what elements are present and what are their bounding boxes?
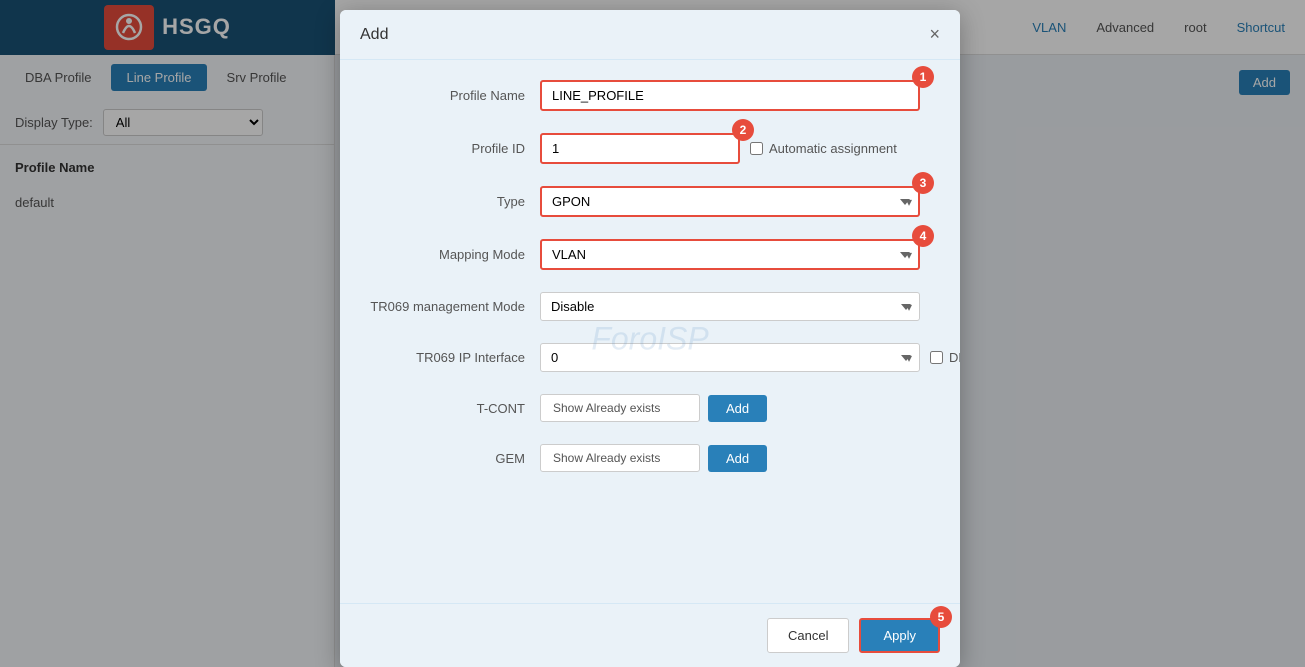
tr069-mode-select[interactable]: Disable Enable (540, 292, 920, 321)
tr069-ip-select[interactable]: 0 1 2 (540, 343, 920, 372)
gem-show-button[interactable]: Show Already exists (540, 444, 700, 472)
badge-5: 5 (930, 606, 952, 628)
type-label: Type (370, 194, 540, 209)
dhcp-checkbox[interactable] (930, 351, 943, 364)
gem-add-button[interactable]: Add (708, 445, 767, 472)
cancel-button[interactable]: Cancel (767, 618, 849, 653)
mapping-mode-label: Mapping Mode (370, 247, 540, 262)
type-select[interactable]: GPON EPON XGS-PON (540, 186, 920, 217)
dhcp-group: DHCP (930, 350, 960, 365)
auto-assignment-group: Automatic assignment (750, 141, 897, 156)
tcont-add-button[interactable]: Add (708, 395, 767, 422)
modal-body: Profile Name 1 Profile ID 2 Automatic as… (340, 60, 960, 603)
type-select-wrapper: GPON EPON XGS-PON 3 (540, 186, 920, 217)
badge-2: 2 (732, 119, 754, 141)
profile-name-input-wrapper: 1 (540, 80, 920, 111)
profile-name-row: Profile Name 1 (370, 80, 930, 111)
tcont-show-button[interactable]: Show Already exists (540, 394, 700, 422)
tr069-mode-label: TR069 management Mode (370, 299, 540, 314)
tcont-label: T-CONT (370, 401, 540, 416)
mapping-mode-select[interactable]: VLAN GEM Port (540, 239, 920, 270)
type-row: Type GPON EPON XGS-PON 3 (370, 186, 930, 217)
auto-assignment-checkbox[interactable] (750, 142, 763, 155)
gem-row: GEM Show Already exists Add (370, 444, 930, 472)
auto-assignment-label: Automatic assignment (769, 141, 897, 156)
profile-id-input[interactable] (540, 133, 740, 164)
gem-label: GEM (370, 451, 540, 466)
dhcp-label: DHCP (949, 350, 960, 365)
profile-id-row: Profile ID 2 Automatic assignment (370, 133, 930, 164)
profile-name-label: Profile Name (370, 88, 540, 103)
modal-header: Add × (340, 10, 960, 60)
mapping-mode-row: Mapping Mode VLAN GEM Port 4 (370, 239, 930, 270)
profile-id-label: Profile ID (370, 141, 540, 156)
profile-id-input-wrapper: 2 (540, 133, 740, 164)
tcont-row: T-CONT Show Already exists Add (370, 394, 930, 422)
badge-1: 1 (912, 66, 934, 88)
modal-footer: Cancel Apply 5 (340, 603, 960, 667)
apply-button[interactable]: Apply (859, 618, 940, 653)
modal-title: Add (360, 26, 388, 44)
badge-4: 4 (912, 225, 934, 247)
profile-name-input[interactable] (540, 80, 920, 111)
tr069-mode-row: TR069 management Mode Disable Enable (370, 292, 930, 321)
tr069-ip-row: TR069 IP Interface 0 1 2 DHCP (370, 343, 930, 372)
mapping-mode-select-wrapper: VLAN GEM Port 4 (540, 239, 920, 270)
badge-3: 3 (912, 172, 934, 194)
modal-close-button[interactable]: × (929, 24, 940, 45)
add-modal: Add × Profile Name 1 Profile ID 2 Automa… (340, 10, 960, 667)
tr069-ip-label: TR069 IP Interface (370, 350, 540, 365)
